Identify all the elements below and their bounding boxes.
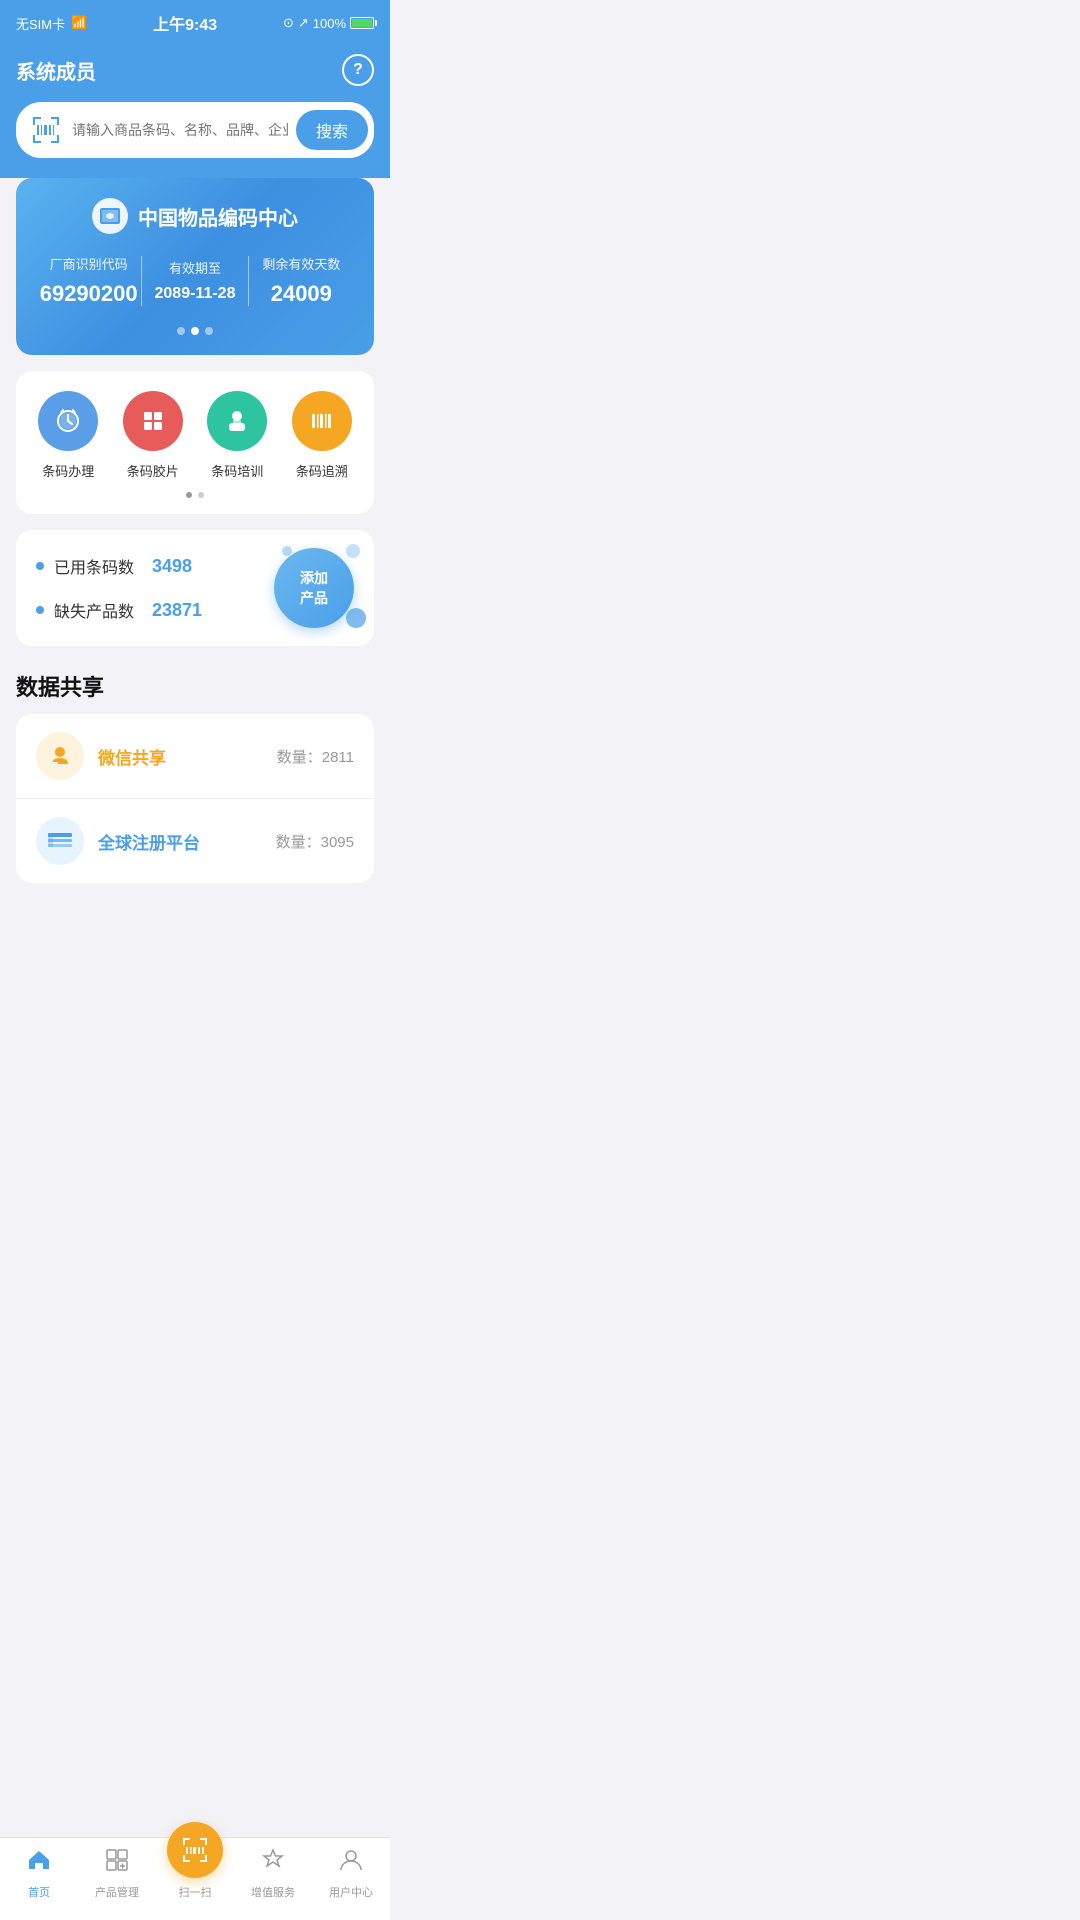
wechat-share-icon xyxy=(36,732,84,780)
missing-product-label: 缺失产品数 xyxy=(54,598,134,622)
wechat-share-name: 微信共享 xyxy=(98,744,277,769)
menu-item-barcode-apply[interactable]: 条码办理 xyxy=(33,391,103,480)
barcode-scan-icon[interactable] xyxy=(28,112,64,148)
banner-pagination xyxy=(36,327,354,335)
search-bar: 搜索 xyxy=(16,102,374,158)
menu-items: 条码办理 条码胶片 xyxy=(26,391,364,480)
menu-label-barcode-film: 条码胶片 xyxy=(127,461,179,480)
search-container: 搜索 xyxy=(0,102,390,178)
status-time: 上午9:43 xyxy=(153,11,217,35)
nav-home[interactable]: 首页 xyxy=(0,1847,78,1900)
wechat-share-count: 数量：2811 xyxy=(277,746,354,767)
product-management-icon xyxy=(104,1847,130,1880)
menu-dot-2[interactable] xyxy=(198,492,204,498)
menu-item-barcode-film[interactable]: 条码胶片 xyxy=(118,391,188,480)
banner-dot-2[interactable] xyxy=(191,327,199,335)
menu-label-barcode-training: 条码培训 xyxy=(211,461,263,480)
global-registry-icon xyxy=(36,817,84,865)
data-share-card: 微信共享 数量：2811 全球注册平台 数量：3095 xyxy=(16,714,374,883)
stat-manufacturer-code: 厂商识别代码 69290200 xyxy=(36,254,141,307)
nav-value-service[interactable]: 增值服务 xyxy=(234,1847,312,1900)
battery-icon xyxy=(350,17,374,29)
nav-value-label: 增值服务 xyxy=(251,1884,295,1900)
nav-user-label: 用户中心 xyxy=(329,1884,373,1900)
banner-dot-1[interactable] xyxy=(177,327,185,335)
wechat-share-info: 微信共享 xyxy=(98,744,277,769)
menu-dot-1[interactable] xyxy=(186,492,192,498)
used-barcode-value: 3498 xyxy=(152,556,192,577)
banner-title: 中国物品编码中心 xyxy=(138,202,298,231)
stat-remaining-days: 剩余有效天数 24009 xyxy=(249,254,354,307)
menu-item-barcode-trace[interactable]: 条码追溯 xyxy=(287,391,357,480)
scan-button[interactable] xyxy=(167,1822,223,1878)
menu-label-barcode-apply: 条码办理 xyxy=(42,461,94,480)
nav-home-label: 首页 xyxy=(28,1884,50,1900)
barcode-icon xyxy=(292,391,352,451)
stats-card: 已用条码数 3498 缺失产品数 23871 添加 产品 xyxy=(16,530,374,646)
data-share-section-title: 数据共享 xyxy=(0,662,390,714)
value-service-icon xyxy=(260,1847,286,1880)
nav-product-label: 产品管理 xyxy=(95,1884,139,1900)
nav-scan-label: 扫一扫 xyxy=(179,1884,212,1900)
nav-scan[interactable]: 扫一扫 xyxy=(156,1846,234,1900)
home-icon xyxy=(26,1847,52,1880)
banner-header: 中国物品编码中心 xyxy=(36,198,354,234)
status-right: ⊙ ↗ 100% xyxy=(283,15,374,31)
stat-expiry-date: 有效期至 2089-11-28 xyxy=(142,258,247,303)
global-registry-count: 数量：3095 xyxy=(276,831,354,852)
global-registry-info: 全球注册平台 xyxy=(98,829,276,854)
quick-menu: 条码办理 条码胶片 xyxy=(16,371,374,514)
missing-product-value: 23871 xyxy=(152,600,202,621)
nav-product-management[interactable]: 产品管理 xyxy=(78,1847,156,1900)
banner-dot-3[interactable] xyxy=(205,327,213,335)
page-title: 系统成员 xyxy=(16,56,96,85)
bottom-navigation: 首页 产品管理 xyxy=(0,1837,390,1920)
training-icon xyxy=(207,391,267,451)
help-button[interactable]: ? xyxy=(342,54,374,86)
banner-card: 中国物品编码中心 厂商识别代码 69290200 有效期至 2089-11-28… xyxy=(16,178,374,355)
global-registry-item[interactable]: 全球注册平台 数量：3095 xyxy=(16,799,374,883)
add-product-button[interactable]: 添加 产品 xyxy=(274,548,354,628)
grid-icon xyxy=(123,391,183,451)
user-center-icon xyxy=(338,1847,364,1880)
global-registry-name: 全球注册平台 xyxy=(98,829,276,854)
status-carrier: 无SIM卡 📶 xyxy=(16,14,87,33)
menu-item-barcode-training[interactable]: 条码培训 xyxy=(202,391,272,480)
nav-user-center[interactable]: 用户中心 xyxy=(312,1847,390,1900)
search-input[interactable] xyxy=(72,122,288,138)
search-button[interactable]: 搜索 xyxy=(296,110,368,150)
header: 系统成员 ? xyxy=(0,44,390,102)
wechat-share-item[interactable]: 微信共享 数量：2811 xyxy=(16,714,374,799)
menu-pagination xyxy=(26,492,364,498)
status-bar: 无SIM卡 📶 上午9:43 ⊙ ↗ 100% xyxy=(0,0,390,44)
alarm-icon xyxy=(38,391,98,451)
banner-stats: 厂商识别代码 69290200 有效期至 2089-11-28 剩余有效天数 2… xyxy=(36,254,354,307)
banner-logo xyxy=(92,198,128,234)
menu-label-barcode-trace: 条码追溯 xyxy=(296,461,348,480)
used-barcode-label: 已用条码数 xyxy=(54,554,134,578)
